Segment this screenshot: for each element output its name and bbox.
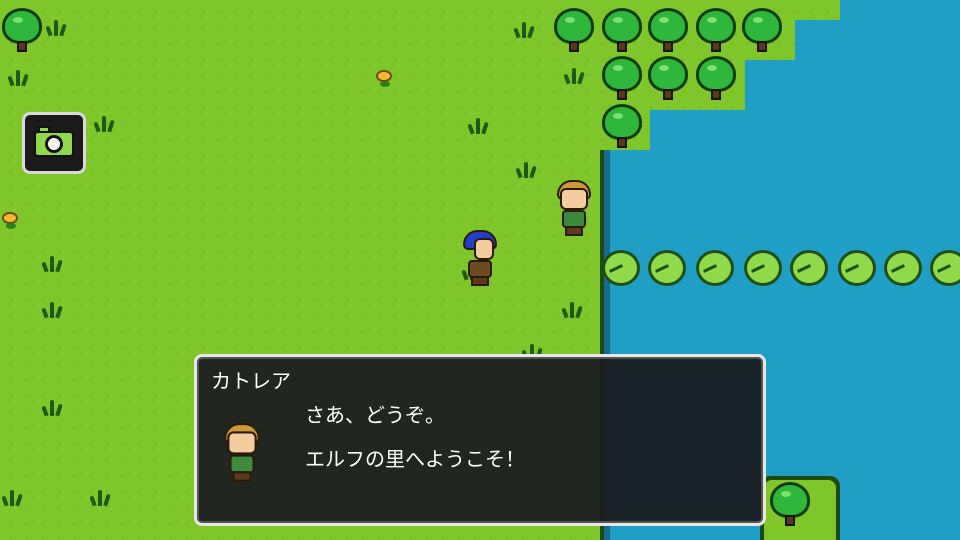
tree: [600, 8, 644, 54]
lily-pad: [696, 250, 734, 286]
lily-pad: [884, 250, 922, 286]
tree: [600, 56, 644, 102]
game-scene: カトレア さあ、どうぞ。 エルフの里へようこそ！: [0, 0, 960, 540]
dialog-line: エルフの里へようこそ！: [305, 447, 525, 471]
lake-water-north: [840, 0, 960, 30]
grass-tuft: [40, 398, 66, 417]
tree: [694, 8, 738, 54]
tree: [740, 8, 784, 54]
lily-pad: [602, 250, 640, 286]
grass-tuft: [40, 300, 66, 319]
grass-tuft: [466, 116, 492, 135]
grass-tuft: [88, 488, 114, 507]
flower: [374, 70, 394, 88]
camera-lens-icon: [45, 135, 63, 153]
tree: [646, 56, 690, 102]
speaker-portrait: [221, 423, 263, 484]
elf-npc-cattleya[interactable]: [554, 180, 594, 238]
lily-pad: [930, 250, 960, 286]
tree: [600, 104, 644, 150]
flower: [0, 212, 20, 230]
grass-tuft: [6, 68, 32, 87]
grass-tuft: [560, 300, 586, 319]
speaker-name: カトレア: [211, 369, 291, 393]
grass-tuft: [44, 18, 70, 37]
tree: [768, 482, 812, 528]
dialog-box[interactable]: カトレア さあ、どうぞ。 エルフの里へようこそ！: [194, 354, 766, 526]
tree: [694, 56, 738, 102]
dialog-line: さあ、どうぞ。: [305, 403, 445, 427]
tree: [552, 8, 596, 54]
lily-pad: [648, 250, 686, 286]
grass-tuft: [562, 66, 588, 85]
grass-tuft: [514, 160, 540, 179]
grass-tuft: [40, 254, 66, 273]
grass-tuft: [92, 114, 118, 133]
player-character: [460, 230, 500, 288]
tree: [0, 8, 44, 54]
tree: [646, 8, 690, 54]
grass-tuft: [512, 20, 538, 39]
grass-tuft: [0, 488, 26, 507]
lily-pad: [790, 250, 828, 286]
camera-button[interactable]: [22, 112, 86, 174]
lily-pad: [744, 250, 782, 286]
lily-pad: [838, 250, 876, 286]
